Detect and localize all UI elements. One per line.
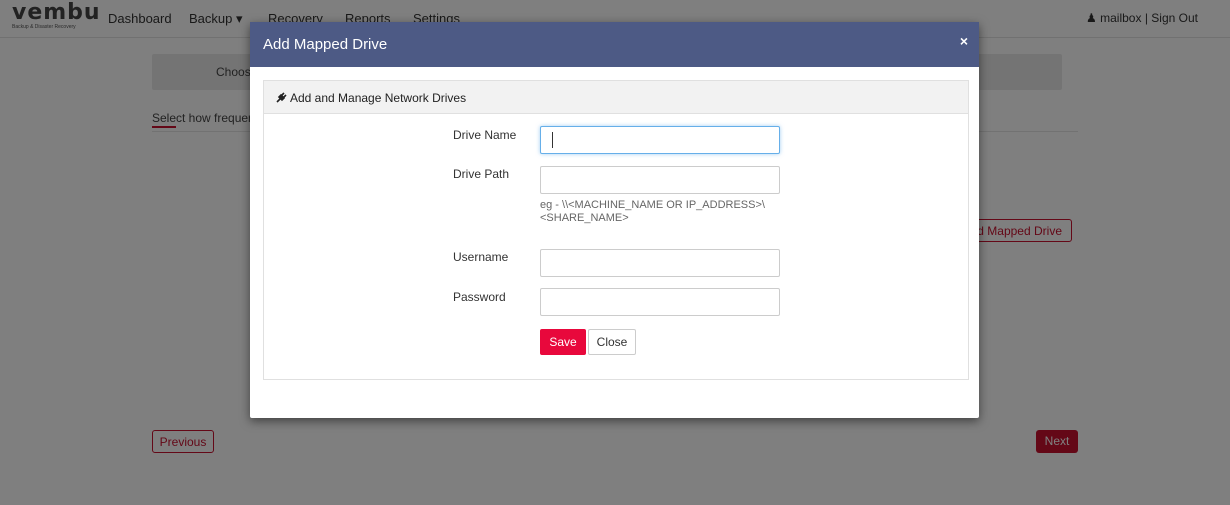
- network-drives-panel: Add and Manage Network Drives Drive Name…: [263, 80, 969, 380]
- close-icon[interactable]: ×: [960, 33, 968, 49]
- modal-header: Add Mapped Drive ×: [250, 22, 979, 67]
- drive-path-hint: eg - \\<MACHINE_NAME OR IP_ADDRESS>\<SHA…: [540, 199, 765, 224]
- panel-title: Add and Manage Network Drives: [290, 91, 467, 105]
- drive-name-label: Drive Name: [453, 128, 517, 142]
- text-caret: [552, 132, 553, 148]
- password-input[interactable]: [540, 288, 780, 316]
- password-label: Password: [453, 290, 506, 304]
- save-button[interactable]: Save: [540, 329, 586, 355]
- modal-title: Add Mapped Drive: [263, 36, 388, 53]
- drive-path-label: Drive Path: [453, 167, 510, 181]
- drive-name-input[interactable]: [540, 126, 780, 154]
- panel-heading: Add and Manage Network Drives: [264, 81, 968, 114]
- plug-icon: [276, 92, 287, 103]
- close-button[interactable]: Close: [588, 329, 636, 355]
- drive-path-input[interactable]: [540, 166, 780, 194]
- username-label: Username: [453, 250, 509, 264]
- username-input[interactable]: [540, 249, 780, 277]
- add-mapped-drive-modal: Add Mapped Drive × Add and Manage Networ…: [250, 22, 979, 418]
